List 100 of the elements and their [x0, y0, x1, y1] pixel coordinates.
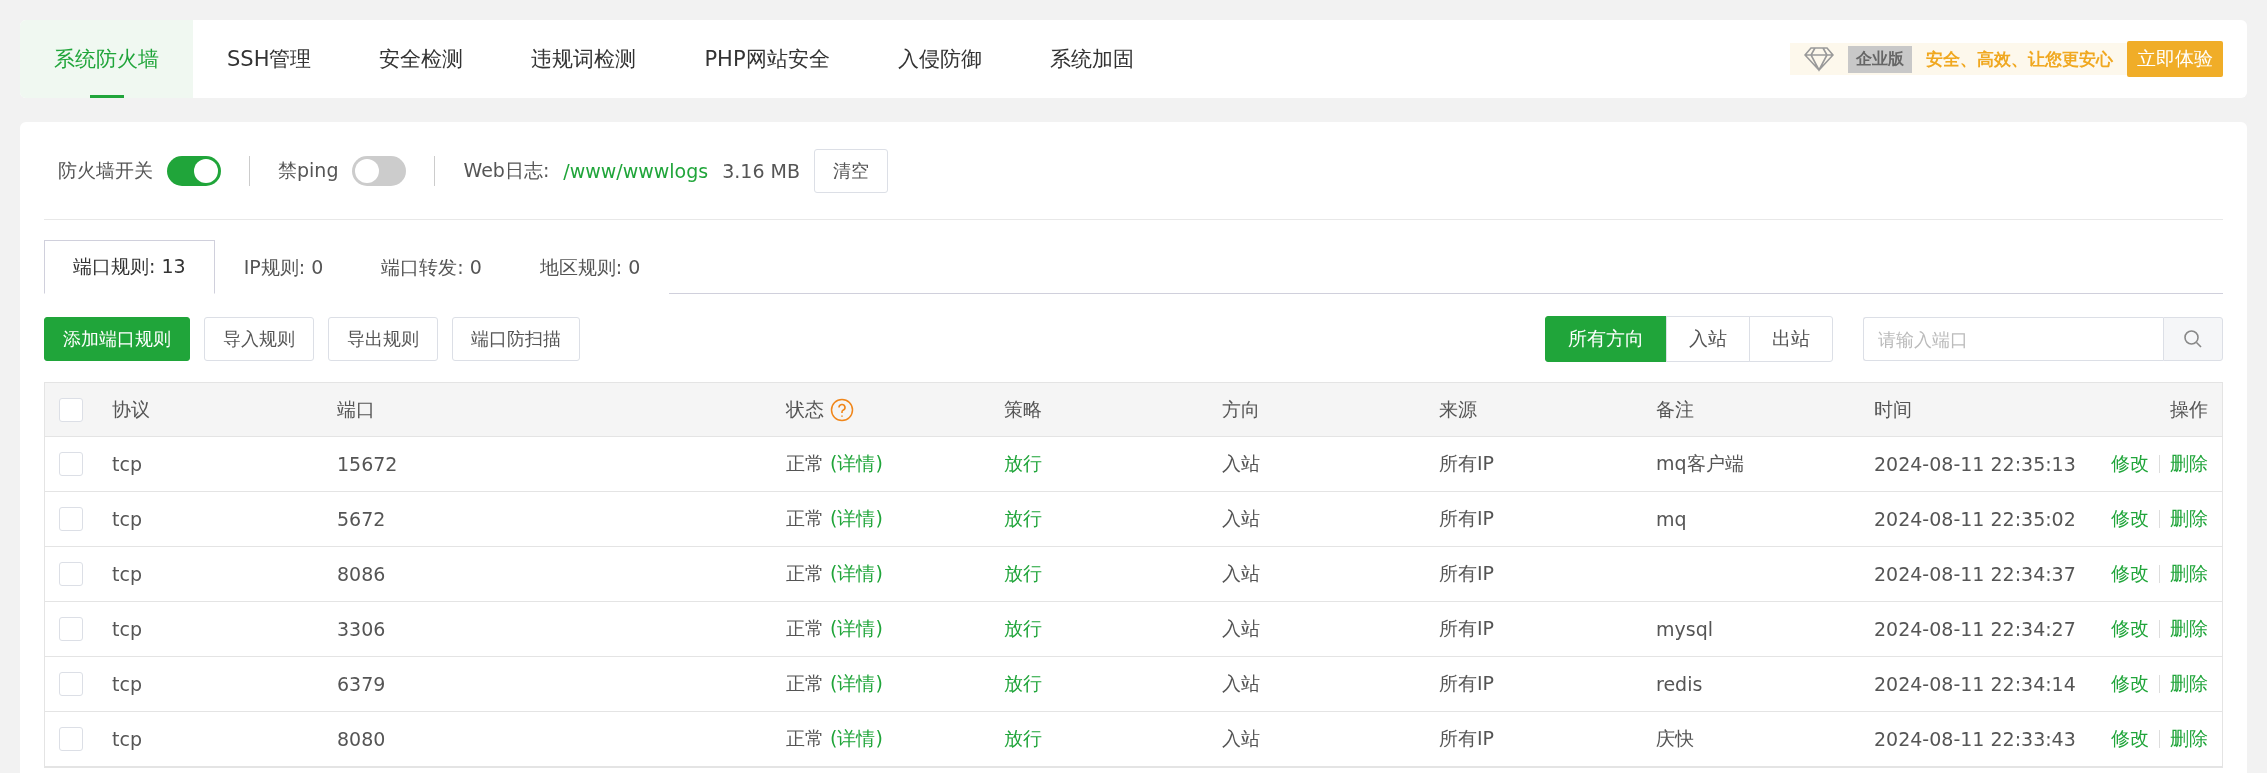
ping-toggle[interactable]: [352, 155, 407, 186]
direction-cell-text: 入站: [1222, 506, 1260, 531]
policy-cell-text: 放行: [1004, 561, 1042, 586]
details-link[interactable]: (详情): [830, 506, 883, 532]
direction-cell-text: 入站: [1222, 561, 1260, 586]
time-cell: 2024-08-11 22:33:43: [1874, 728, 2076, 750]
firewall-toggle[interactable]: [167, 155, 221, 186]
nav-tab[interactable]: PHP网站安全: [670, 20, 864, 98]
nav-tab[interactable]: 违规词检测: [497, 20, 671, 98]
promo-slogan: 安全、高效、让您更安心: [1926, 47, 2113, 71]
protocol-cell: tcp: [112, 673, 142, 695]
direction-filter-button[interactable]: 出站: [1749, 316, 1833, 362]
time-cell: 2024-08-11 22:35:13: [1874, 453, 2076, 475]
details-link[interactable]: (详情): [830, 616, 883, 642]
time-cell: 2024-08-11 22:34:37: [1874, 563, 2076, 585]
nav-tab[interactable]: 系统加固: [1015, 20, 1168, 98]
column-header: 操作: [2170, 396, 2209, 422]
try-now-button[interactable]: 立即体验: [2127, 41, 2223, 77]
edit-link[interactable]: 修改: [2111, 616, 2149, 642]
edit-link[interactable]: 修改: [2111, 726, 2149, 752]
note-cell: mysql: [1656, 618, 1713, 640]
policy-cell-text: 放行: [1004, 616, 1042, 641]
clear-button[interactable]: 清空: [813, 148, 888, 193]
note-cell-text: mq客户端: [1656, 451, 1744, 476]
action-button[interactable]: 添加端口规则: [44, 317, 190, 361]
port-search-field[interactable]: 请输入端口: [1863, 317, 2163, 361]
details-link[interactable]: (详情): [830, 561, 883, 587]
delete-link[interactable]: 删除: [2170, 506, 2208, 532]
status-cell-text: 正常: [786, 671, 824, 696]
direction-cell-text: 入站: [1222, 451, 1260, 476]
search-button[interactable]: [2163, 317, 2223, 361]
port-cell: 8086: [337, 563, 386, 585]
nav-tab[interactable]: 入侵防御: [863, 20, 1016, 98]
edit-link[interactable]: 修改: [2111, 561, 2149, 587]
protocol-cell: tcp: [112, 618, 142, 640]
time-cell: 2024-08-11 22:35:02: [1874, 508, 2076, 530]
policy-cell-text: 放行: [1004, 671, 1042, 696]
select-all-checkbox[interactable]: [59, 397, 83, 422]
action-button[interactable]: 导出规则: [328, 317, 438, 361]
row-checkbox[interactable]: [59, 507, 83, 531]
column-header: 状态: [786, 396, 824, 422]
protocol-cell: tcp: [112, 508, 142, 530]
port-cell: 15672: [337, 453, 398, 475]
ping-block-label: 禁ping: [278, 157, 339, 183]
action-button[interactable]: 端口防扫描: [452, 317, 580, 361]
help-icon: [830, 397, 854, 422]
policy-cell-text: 放行: [1004, 451, 1042, 476]
log-size: 3.16 MB: [722, 159, 800, 182]
source-cell-text: 所有IP: [1439, 451, 1495, 476]
log-path-link[interactable]: /www/wwwlogs: [563, 159, 709, 182]
direction-filter-button[interactable]: 所有方向: [1545, 316, 1667, 362]
note-cell-text: 庆快: [1656, 726, 1694, 751]
nav-tab[interactable]: 安全检测: [345, 20, 498, 98]
search-icon: [2183, 329, 2203, 349]
nav-tab[interactable]: SSH管理: [193, 20, 346, 98]
row-checkbox[interactable]: [59, 672, 83, 696]
edition-label: 企业版: [1848, 45, 1912, 73]
source-cell-text: 所有IP: [1439, 561, 1495, 586]
column-header: 协议: [112, 396, 150, 422]
delete-link[interactable]: 删除: [2170, 561, 2208, 587]
details-link[interactable]: (详情): [830, 451, 883, 477]
row-checkbox[interactable]: [59, 727, 83, 751]
policy-cell-text: 放行: [1004, 506, 1042, 531]
row-checkbox[interactable]: [59, 562, 83, 586]
direction-cell-text: 入站: [1222, 671, 1260, 696]
note-cell: redis: [1656, 673, 1703, 695]
edit-link[interactable]: 修改: [2111, 451, 2149, 477]
row-checkbox[interactable]: [59, 452, 83, 476]
delete-link[interactable]: 删除: [2170, 616, 2208, 642]
time-cell: 2024-08-11 22:34:27: [1874, 618, 2076, 640]
protocol-cell: tcp: [112, 563, 142, 585]
row-checkbox[interactable]: [59, 617, 83, 641]
status-cell-text: 正常: [786, 506, 824, 531]
column-header: 端口: [337, 396, 375, 422]
rule-tab[interactable]: 端口规则: 13: [44, 240, 215, 294]
status-cell-text: 正常: [786, 451, 824, 476]
delete-link[interactable]: 删除: [2170, 671, 2208, 697]
direction-filter-button[interactable]: 入站: [1666, 316, 1750, 362]
protocol-cell: tcp: [112, 453, 142, 475]
delete-link[interactable]: 删除: [2170, 451, 2208, 477]
status-cell-text: 正常: [786, 726, 824, 751]
column-header: 来源: [1439, 396, 1477, 422]
web-log-label: Web日志:: [463, 157, 550, 183]
nav-tab[interactable]: 系统防火墙: [20, 20, 193, 98]
delete-link[interactable]: 删除: [2170, 726, 2208, 752]
status-cell-text: 正常: [786, 561, 824, 586]
details-link[interactable]: (详情): [830, 726, 883, 752]
policy-cell-text: 放行: [1004, 726, 1042, 751]
protocol-cell: tcp: [112, 728, 142, 750]
action-button[interactable]: 导入规则: [204, 317, 314, 361]
source-cell-text: 所有IP: [1439, 506, 1495, 531]
note-cell: mq: [1656, 508, 1687, 530]
edit-link[interactable]: 修改: [2111, 506, 2149, 532]
edit-link[interactable]: 修改: [2111, 671, 2149, 697]
source-cell-text: 所有IP: [1439, 726, 1495, 751]
column-header: 策略: [1004, 396, 1042, 422]
direction-cell-text: 入站: [1222, 726, 1260, 751]
status-cell-text: 正常: [786, 616, 824, 641]
port-cell: 8080: [337, 728, 386, 750]
details-link[interactable]: (详情): [830, 671, 883, 697]
